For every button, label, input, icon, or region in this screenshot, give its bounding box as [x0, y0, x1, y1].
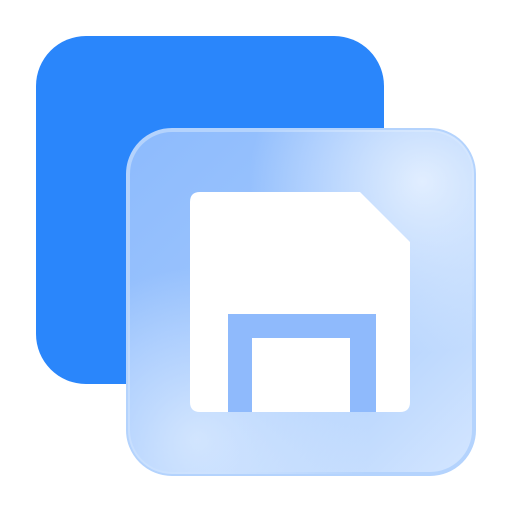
- front-glass-tile: [126, 128, 476, 476]
- floppy-label-shape: [252, 338, 350, 412]
- floppy-disk-icon: [126, 128, 476, 476]
- save-app-icon: [0, 0, 512, 512]
